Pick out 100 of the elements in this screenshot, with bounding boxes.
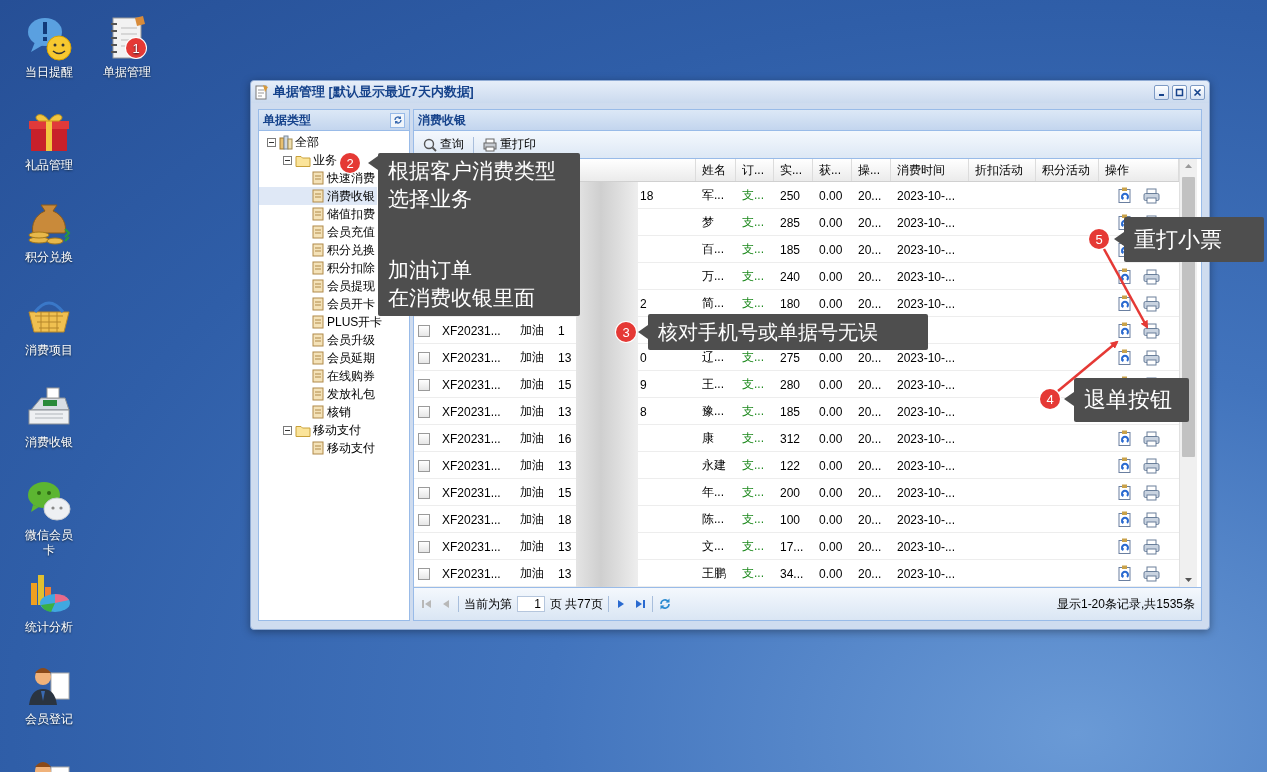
tree-item[interactable]: 发放礼包: [259, 385, 377, 403]
desktop-shortcut[interactable]: 当日提醒: [10, 14, 88, 80]
checkbox[interactable]: [418, 513, 430, 526]
card-number-fragment: 2: [639, 296, 647, 311]
table-cell-text: 250: [779, 188, 801, 203]
tree-item[interactable]: 全部: [259, 133, 321, 151]
table-cell-text: 2023-10-...: [896, 512, 956, 527]
printer-icon[interactable]: [1143, 268, 1160, 285]
printer-icon[interactable]: [1143, 457, 1160, 474]
search-button[interactable]: 查询: [420, 134, 467, 155]
checkbox[interactable]: [418, 567, 430, 580]
table-cell-text: 280: [779, 377, 801, 392]
table-cell-text: 支...: [741, 512, 764, 526]
checkbox[interactable]: [418, 540, 430, 553]
checkbox[interactable]: [418, 324, 430, 337]
card-number-fragment: 18: [558, 512, 573, 527]
window-title: 单据管理 [默认显示最近7天内数据]: [273, 83, 474, 101]
books-icon: [279, 134, 293, 150]
table-cell-text: 20...: [857, 431, 882, 446]
desktop-shortcut[interactable]: 礼品管理: [10, 107, 88, 173]
tree-item[interactable]: 业务: [259, 151, 339, 169]
checkbox[interactable]: [418, 405, 430, 418]
tree-item[interactable]: 移动支付: [259, 421, 363, 439]
collapse-toggle-icon[interactable]: [283, 425, 292, 435]
tree-item[interactable]: 核销: [259, 403, 353, 421]
table-cell-text: 20...: [857, 215, 882, 230]
printer-icon[interactable]: [1143, 538, 1160, 555]
table-cell-text: 0.00: [818, 350, 843, 365]
clipboard-icon[interactable]: [1117, 430, 1133, 447]
tree-item[interactable]: 会员提现: [259, 277, 377, 295]
printer-icon[interactable]: [1143, 349, 1160, 366]
checkbox[interactable]: [418, 351, 430, 364]
collapse-toggle-icon[interactable]: [267, 137, 276, 147]
refresh-button[interactable]: [390, 112, 405, 128]
tree-item[interactable]: 储值扣费: [259, 205, 377, 223]
desktop-shortcut[interactable]: 微信会员卡: [10, 477, 88, 558]
tree-item[interactable]: 消费收银: [259, 187, 377, 205]
table-cell-text: XF20231...: [441, 539, 501, 554]
close-button[interactable]: [1190, 84, 1205, 100]
tree-item[interactable]: 在线购券: [259, 367, 377, 385]
page-icon: [311, 405, 325, 419]
tree-item[interactable]: 会员充值: [259, 223, 377, 241]
tree-item[interactable]: 会员开卡: [259, 295, 377, 313]
page-icon: [311, 279, 325, 293]
checkbox[interactable]: [418, 486, 430, 499]
clipboard-icon[interactable]: [1117, 322, 1133, 339]
table-cell-text: 20...: [857, 539, 882, 554]
clipboard-icon[interactable]: [1117, 295, 1133, 312]
printer-icon[interactable]: [1143, 187, 1160, 204]
clipboard-icon[interactable]: [1117, 457, 1133, 474]
printer-icon[interactable]: [1143, 484, 1160, 501]
table-cell-text: 加油: [519, 323, 544, 337]
table-cell-text: 2023-10-...: [896, 188, 956, 203]
refresh-icon: [392, 115, 403, 125]
checkbox[interactable]: [418, 459, 430, 472]
clipboard-icon[interactable]: [1117, 511, 1133, 528]
table-cell-text: 200: [779, 485, 801, 500]
reprint-button[interactable]: 重打印: [480, 134, 539, 155]
table-cell-text: 0.00: [818, 566, 843, 581]
printer-icon[interactable]: [1143, 511, 1160, 528]
tree-item[interactable]: 移动支付: [259, 439, 377, 457]
table-cell-text: 0.00: [818, 269, 843, 284]
desktop-shortcut[interactable]: 积分兑换: [10, 199, 88, 265]
checkbox[interactable]: [418, 432, 430, 445]
desktop-shortcut[interactable]: 统计分析: [10, 569, 88, 635]
printer-icon[interactable]: [1143, 430, 1160, 447]
clipboard-icon[interactable]: [1117, 349, 1133, 366]
column-header: 操作: [1104, 161, 1129, 179]
desktop-shortcut[interactable]: 消费收银: [10, 384, 88, 450]
clipboard-icon[interactable]: [1117, 538, 1133, 555]
maximize-button[interactable]: [1172, 84, 1187, 100]
card-number-fragment: 9: [639, 377, 647, 392]
clipboard-icon[interactable]: [1117, 187, 1133, 204]
table-cell-text: 285: [779, 215, 801, 230]
page-label: 当前为第: [464, 595, 512, 613]
record-summary: 显示1-20条记录,共1535条: [1056, 595, 1195, 613]
table-cell-text: 加油: [519, 458, 544, 472]
tree-item[interactable]: 会员延期: [259, 349, 377, 367]
printer-icon[interactable]: [1143, 565, 1160, 582]
tree-item[interactable]: 积分兑换: [259, 241, 377, 259]
desktop-shortcut[interactable]: 消费项目: [10, 292, 88, 358]
refresh-button[interactable]: [657, 597, 672, 611]
desktop-shortcut[interactable]: 单据管理 1: [88, 14, 166, 80]
tree-item[interactable]: 会员升级: [259, 331, 377, 349]
desktop-shortcut[interactable]: 会员登记: [10, 661, 88, 727]
printer-icon[interactable]: [1143, 295, 1160, 312]
collapse-toggle-icon[interactable]: [283, 155, 292, 165]
page-number-field[interactable]: 1: [517, 596, 545, 612]
table-cell-text: XF20231...: [441, 323, 501, 338]
tree-item[interactable]: 积分扣除: [259, 259, 377, 277]
table-cell-text: 2023-10-...: [896, 566, 956, 581]
printer-icon[interactable]: [1143, 322, 1160, 339]
minimize-button[interactable]: [1154, 84, 1169, 100]
clipboard-icon[interactable]: [1117, 484, 1133, 501]
clipboard-icon[interactable]: [1117, 268, 1133, 285]
clipboard-icon[interactable]: [1117, 565, 1133, 582]
table-cell-text: 100: [779, 512, 801, 527]
checkbox[interactable]: [418, 378, 430, 391]
tree-item[interactable]: PLUS开卡: [259, 313, 385, 331]
table-cell-text: 支...: [741, 566, 764, 580]
